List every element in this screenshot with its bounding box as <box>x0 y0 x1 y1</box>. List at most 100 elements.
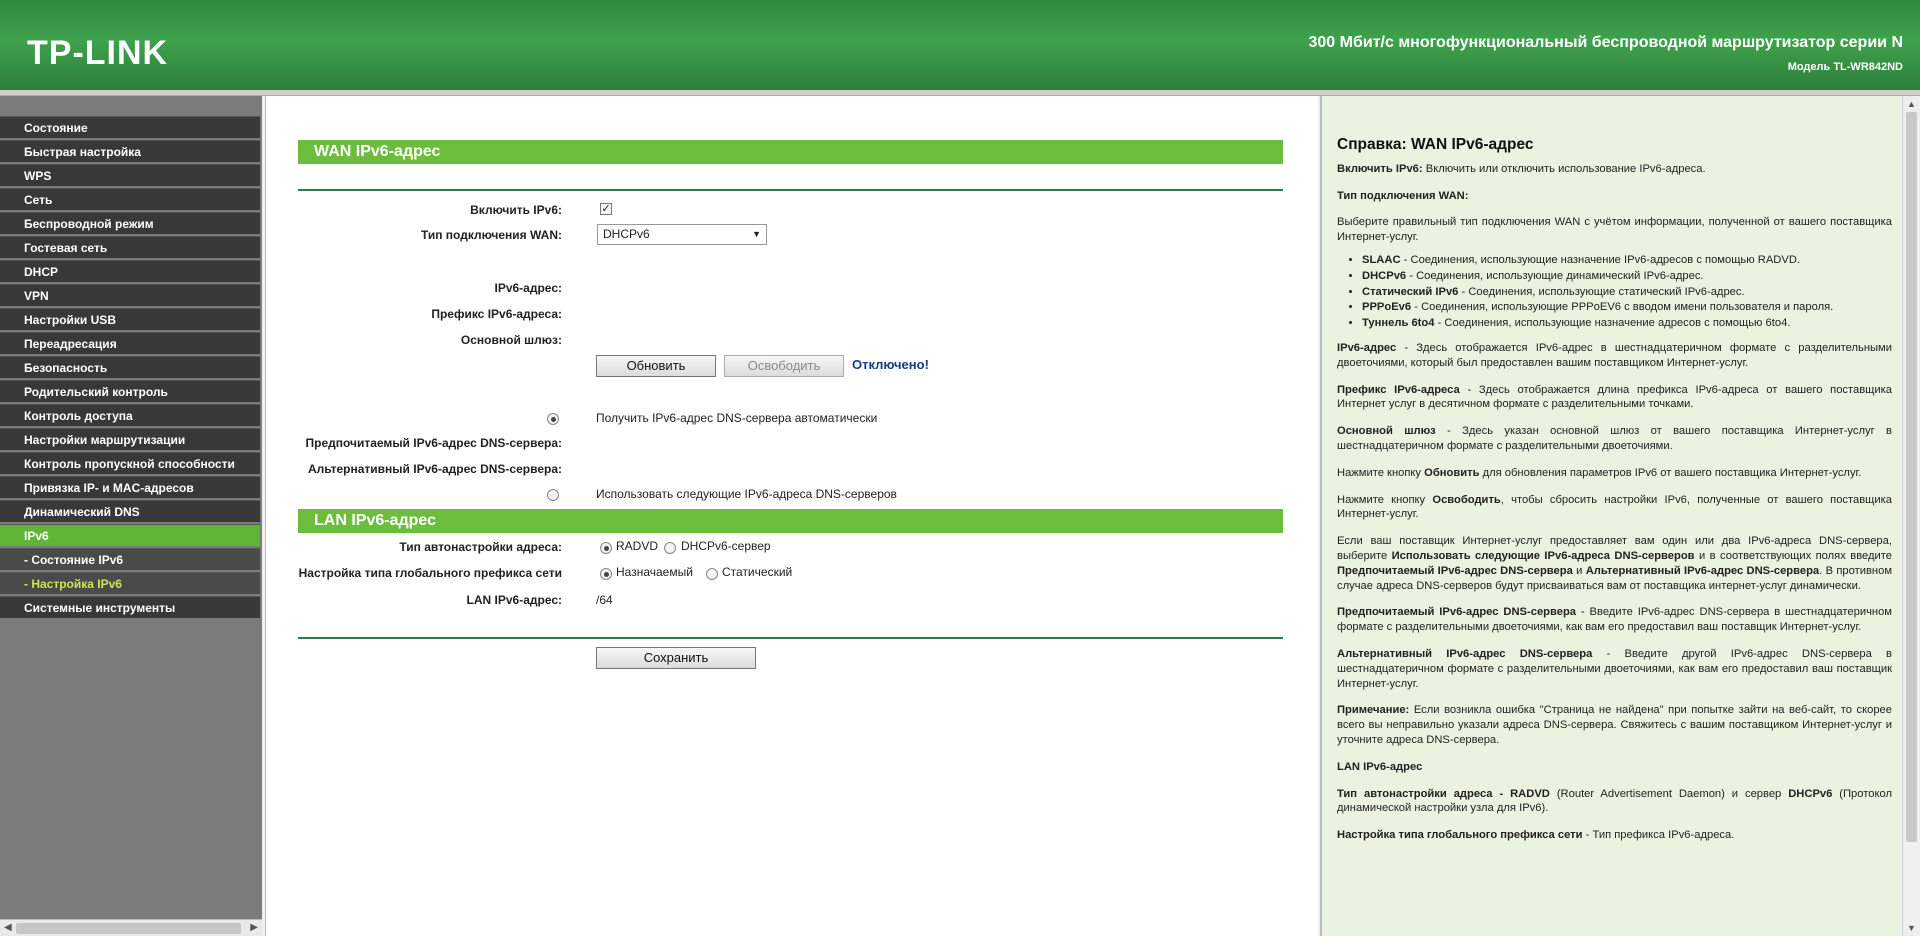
dhcpv6-server-radio[interactable] <box>664 542 676 554</box>
dns-manual-label: Использовать следующие IPv6-адреса DNS-с… <box>596 487 897 501</box>
release-button[interactable]: Освободить <box>724 355 844 377</box>
divider <box>298 189 1283 191</box>
sidebar-item-bandwidth[interactable]: Контроль пропускной способности <box>0 452 260 474</box>
scrollbar-thumb[interactable] <box>16 923 241 934</box>
help-term: Префикс IPv6-адреса <box>1337 383 1460 396</box>
sidebar-item-usb[interactable]: Настройки USB <box>0 308 260 330</box>
header: TP-LINK 300 Мбит/с многофункциональный б… <box>0 0 1920 90</box>
help-term: Примечание: <box>1337 704 1410 717</box>
sidebar-item-guest-network[interactable]: Гостевая сеть <box>0 236 260 258</box>
help-term: Настройка типа глобального префикса сети <box>1337 829 1583 842</box>
help-term: Обновить <box>1424 466 1480 479</box>
help-paragraph: Альтернативный IPv6-адрес DNS-сервера - … <box>1337 647 1892 691</box>
help-subheading: LAN IPv6-адрес <box>1337 760 1423 773</box>
sidebar-item-access-control[interactable]: Контроль доступа <box>0 404 260 426</box>
help-term: IPv6-адрес <box>1337 341 1397 354</box>
scroll-left-icon[interactable]: ◀ <box>4 922 12 933</box>
help-paragraph: IPv6-адрес - Здесь отображается IPv6-адр… <box>1337 341 1892 371</box>
help-subheading: Тип подключения WAN: <box>1337 189 1469 202</box>
help-paragraph: Префикс IPv6-адреса - Здесь отображается… <box>1337 383 1892 413</box>
list-item: Туннель 6to4 - Соединения, использующие … <box>1362 316 1892 331</box>
sidebar-item-system-tools[interactable]: Системные инструменты <box>0 596 260 618</box>
sidebar-item-vpn[interactable]: VPN <box>0 284 260 306</box>
sidebar-item-network[interactable]: Сеть <box>0 188 260 210</box>
help-term: Включить IPv6: <box>1337 162 1423 175</box>
help-text: Нажмите кнопку <box>1337 466 1425 479</box>
dns-auto-radio[interactable] <box>547 413 559 425</box>
prefix-assigned-radio[interactable] <box>600 568 612 580</box>
help-text: - Соединения, использующие назначение IP… <box>1400 253 1801 266</box>
sidebar-item-wps[interactable]: WPS <box>0 164 260 186</box>
sidebar-item-ipv6-setup[interactable]: - Настройка IPv6 <box>0 572 260 594</box>
help-text: - Здесь отображается IPv6-адрес в шестна… <box>1337 341 1892 369</box>
divider <box>298 637 1283 639</box>
sidebar-item-routing[interactable]: Настройки маршрутизации <box>0 428 260 450</box>
sidebar-item-parental-control[interactable]: Родительский контроль <box>0 380 260 402</box>
ipv6-prefix-label: Префикс IPv6-адреса: <box>431 307 562 321</box>
help-paragraph: Тип автонастройки адреса - RADVD (Router… <box>1337 787 1892 817</box>
sidebar-horizontal-scrollbar[interactable]: ◀ ▶ <box>0 919 262 936</box>
help-term: Тип автонастройки адреса - RADVD <box>1337 787 1550 800</box>
help-text: Включить или отключить использование IPv… <box>1422 162 1706 175</box>
help-term: Альтернативный IPv6-адрес DNS-сервера <box>1337 647 1593 660</box>
dns-alternate-label: Альтернативный IPv6-адрес DNS-сервера: <box>308 462 562 476</box>
tp-link-logo: TP-LINK <box>27 34 169 72</box>
help-term: Предпочитаемый IPv6-адрес DNS-сервера <box>1337 564 1573 577</box>
help-paragraph: Включить IPv6: Включить или отключить ис… <box>1337 162 1892 177</box>
refresh-button[interactable]: Обновить <box>596 355 716 377</box>
dns-manual-radio[interactable] <box>547 489 559 501</box>
help-term: Альтернативный IPv6-адрес DNS-сервера <box>1585 564 1820 577</box>
scroll-right-icon[interactable]: ▶ <box>250 922 258 933</box>
router-model: Модель TL-WR842ND <box>1787 61 1903 73</box>
help-term: Использовать следующие IPv6-адреса DNS-с… <box>1391 549 1695 562</box>
help-term: Статический IPv6 <box>1362 285 1459 298</box>
scroll-up-icon[interactable]: ▲ <box>1907 99 1916 109</box>
help-text: Если возникла ошибка "Страница не найден… <box>1337 704 1892 746</box>
wan-section-title: WAN IPv6-адрес <box>298 140 1283 164</box>
dns-preferred-label: Предпочитаемый IPv6-адрес DNS-сервера: <box>305 436 563 450</box>
help-panel: Справка: WAN IPv6-адрес Включить IPv6: В… <box>1320 96 1900 936</box>
scrollbar-thumb[interactable] <box>1906 112 1917 842</box>
help-text: Нажмите кнопку <box>1337 493 1433 506</box>
lan-ipv6-address-label: LAN IPv6-адрес: <box>466 593 562 607</box>
help-vertical-scrollbar[interactable]: ▲ ▼ <box>1902 96 1920 936</box>
ipv6-address-label: IPv6-адрес: <box>494 281 563 295</box>
radvd-radio[interactable] <box>600 542 612 554</box>
wan-conn-type-select[interactable]: DHCPv6 ▼ <box>597 224 767 245</box>
sidebar-menu: Состояние Быстрая настройка WPS Сеть Бес… <box>0 116 260 620</box>
help-text: для обновления параметров IPv6 от вашего… <box>1479 466 1862 479</box>
help-conn-type-list: SLAAC - Соединения, использующие назначе… <box>1362 253 1892 331</box>
sidebar-item-ipv6-status[interactable]: - Состояние IPv6 <box>0 548 260 570</box>
prefix-static-radio[interactable] <box>706 568 718 580</box>
dns-auto-label: Получить IPv6-адрес DNS-сервера автомати… <box>596 411 878 425</box>
help-paragraph: Нажмите кнопку Освободить, чтобы сбросит… <box>1337 493 1892 523</box>
help-paragraph: Основной шлюз - Здесь указан основной шл… <box>1337 424 1892 454</box>
sidebar-item-security[interactable]: Безопасность <box>0 356 260 378</box>
prefix-static-label: Статический <box>722 565 793 579</box>
help-title: Справка: WAN IPv6-адрес <box>1337 136 1534 153</box>
autoconf-type-label: Тип автонастройки адреса: <box>399 540 562 554</box>
global-prefix-type-label: Настройка типа глобального префикса сети <box>298 566 562 580</box>
sidebar-item-status[interactable]: Состояние <box>0 116 260 138</box>
sidebar-item-ipv6[interactable]: IPv6 <box>0 524 260 546</box>
sidebar-item-dhcp[interactable]: DHCP <box>0 260 260 282</box>
help-text: и <box>1572 564 1586 577</box>
default-gateway-label: Основной шлюз: <box>460 333 562 347</box>
wan-conn-type-value: DHCPv6 <box>603 227 650 241</box>
sidebar-item-wireless[interactable]: Беспроводной режим <box>0 212 260 234</box>
help-text: - Соединения, использующие назначение ад… <box>1434 317 1791 330</box>
dhcpv6-server-label: DHCPv6-сервер <box>681 539 771 553</box>
help-paragraph: Предпочитаемый IPv6-адрес DNS-сервера - … <box>1337 605 1892 635</box>
sidebar-item-ddns[interactable]: Динамический DNS <box>0 500 260 522</box>
help-text: - Тип префикса IPv6-адреса. <box>1582 829 1735 842</box>
sidebar-item-forwarding[interactable]: Переадресация <box>0 332 260 354</box>
enable-ipv6-checkbox[interactable]: ✓ <box>600 203 612 215</box>
prefix-assigned-label: Назначаемый <box>616 565 693 579</box>
help-text: - Соединения, использующие динамический … <box>1406 269 1704 282</box>
save-button[interactable]: Сохранить <box>596 647 756 669</box>
enable-ipv6-label: Включить IPv6: <box>470 203 562 217</box>
scroll-down-icon[interactable]: ▼ <box>1907 923 1916 933</box>
sidebar-item-quick-setup[interactable]: Быстрая настройка <box>0 140 260 162</box>
lan-ipv6-address-value: /64 <box>596 593 613 607</box>
sidebar-item-ip-mac-binding[interactable]: Привязка IP- и MAC-адресов <box>0 476 260 498</box>
